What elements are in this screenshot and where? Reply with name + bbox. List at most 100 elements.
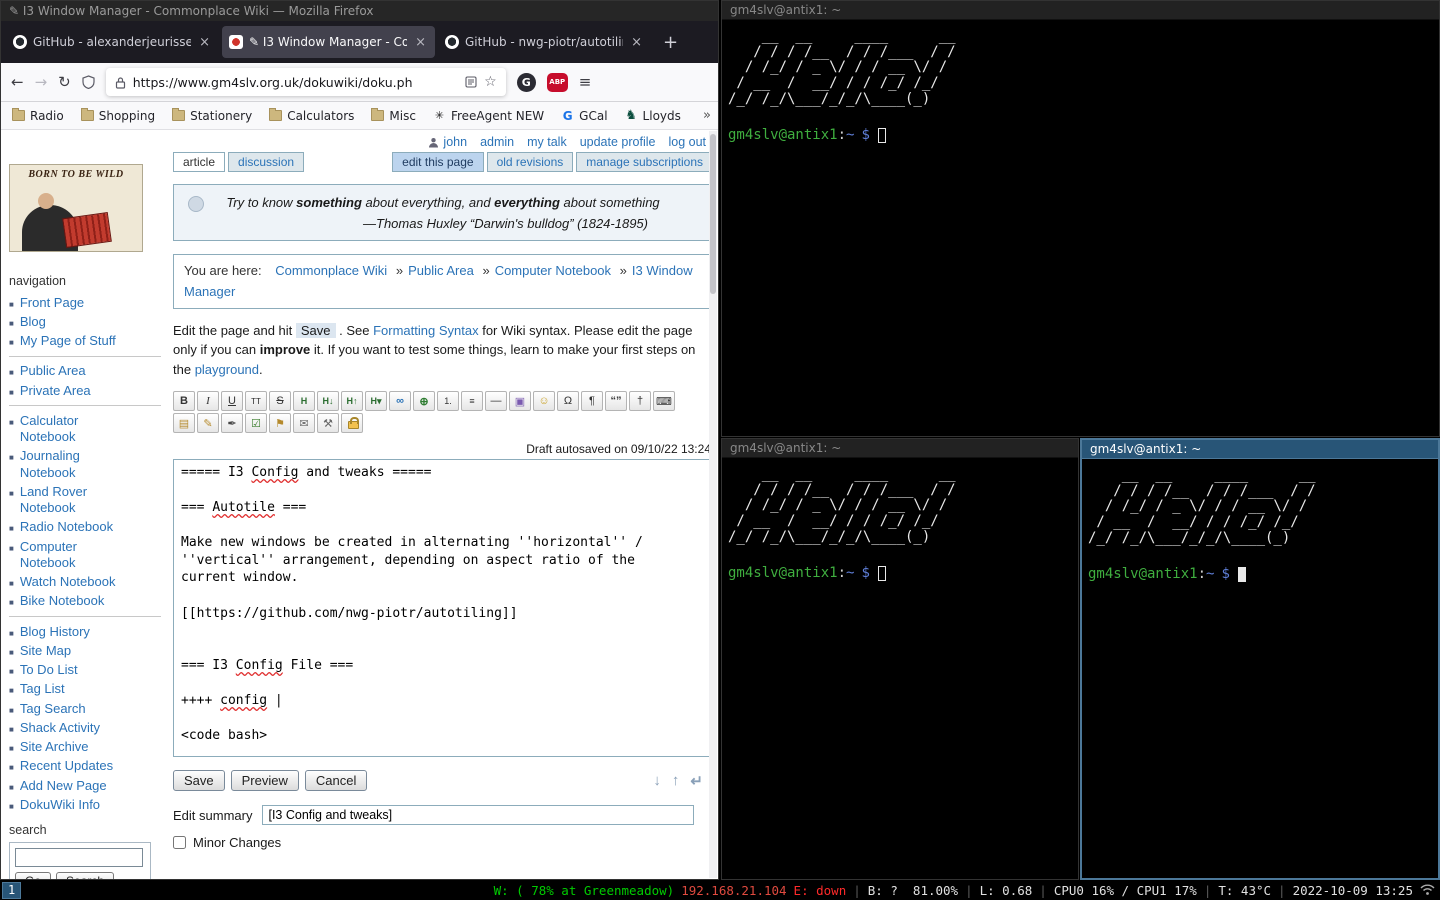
sidebar-nav-link[interactable]: Blog: [20, 314, 126, 330]
sidebar-nav-link[interactable]: Computer Notebook: [20, 539, 126, 572]
sidebar-nav-link[interactable]: Watch Notebook: [20, 574, 126, 590]
sidebar-nav-link[interactable]: Front Page: [20, 295, 126, 311]
tracking-shield-icon[interactable]: [82, 75, 95, 89]
search-button[interactable]: Search: [56, 872, 114, 880]
scrollbar-thumb[interactable]: [710, 134, 716, 294]
sidebar-nav-link[interactable]: Site Map: [20, 643, 126, 659]
bookmark-item[interactable]: Shopping: [81, 109, 155, 123]
skip-back-icon[interactable]: ↵: [690, 772, 703, 790]
mail-button[interactable]: ✉: [293, 413, 315, 433]
breadcrumb-link[interactable]: Public Area: [408, 263, 474, 278]
external-link-button[interactable]: ⊕: [413, 391, 435, 411]
sidebar-nav-link[interactable]: Recent Updates: [20, 758, 126, 774]
sidebar-nav-link[interactable]: Add New Page: [20, 778, 126, 794]
bookmark-item[interactable]: Misc: [371, 109, 416, 123]
sidebar-nav-link[interactable]: Radio Notebook: [20, 519, 126, 535]
wiki-tab[interactable]: discussion: [228, 152, 304, 172]
sidebar-nav-item[interactable]: ■Tag Search: [9, 699, 161, 718]
sidebar-nav-item[interactable]: ■Recent Updates: [9, 757, 161, 776]
sidebar-nav-item[interactable]: ■Computer Notebook: [9, 537, 161, 573]
breadcrumb-link[interactable]: Computer Notebook: [495, 263, 611, 278]
sidebar-nav-item[interactable]: ■Land Rover Notebook: [9, 482, 161, 518]
breadcrumb-link[interactable]: Commonplace Wiki: [275, 263, 387, 278]
wifi-tray-icon[interactable]: [1420, 884, 1435, 896]
bookmark-item[interactable]: ✳ FreeAgent NEW: [433, 109, 544, 123]
scroll-up-icon[interactable]: ↑: [672, 772, 680, 790]
user-link[interactable]: log out: [668, 135, 706, 149]
firefox-titlebar[interactable]: ✎ I3 Window Manager - Commonplace Wiki —…: [1, 1, 718, 21]
sidebar-nav-item[interactable]: ■Site Map: [9, 641, 161, 660]
edit-summary-input[interactable]: [262, 805, 694, 825]
sidebar-nav-link[interactable]: Private Area: [20, 383, 126, 399]
sidebar-nav-link[interactable]: Blog History: [20, 624, 126, 640]
terminal-titlebar[interactable]: gm4slv@antix1: ~: [722, 1, 1439, 20]
terminal-titlebar[interactable]: gm4slv@antix1: ~: [722, 439, 1078, 458]
forward-button[interactable]: →: [35, 73, 48, 91]
browser-tab[interactable]: GitHub - nwg-piotr/autotilin ×: [438, 26, 651, 58]
sidebar-nav-item[interactable]: ■Watch Notebook: [9, 573, 161, 592]
sidebar-nav-link[interactable]: Journaling Notebook: [20, 448, 126, 481]
wiki-tab[interactable]: article: [173, 152, 225, 172]
strikethrough-button[interactable]: S: [269, 391, 291, 411]
reload-button[interactable]: ↻: [58, 73, 71, 91]
heading-lower-button[interactable]: H↓: [317, 391, 339, 411]
special-chars-button[interactable]: Ω: [557, 391, 579, 411]
bookmark-item[interactable]: ♞ Lloyds: [625, 109, 681, 123]
tab-close-icon[interactable]: ×: [197, 35, 212, 50]
terminal-window-top[interactable]: gm4slv@antix1: ~ __ __ ____ __ / / / /__…: [721, 0, 1440, 437]
playground-link[interactable]: playground: [195, 362, 259, 377]
sidebar-nav-item[interactable]: ■Tag List: [9, 680, 161, 699]
preview-button[interactable]: Preview: [231, 770, 299, 791]
go-button[interactable]: Go: [15, 872, 51, 880]
user-link[interactable]: john: [428, 135, 467, 149]
extension-icon[interactable]: ABP: [547, 73, 568, 92]
lock-button[interactable]: [341, 413, 363, 433]
sidebar-nav-link[interactable]: Site Archive: [20, 739, 126, 755]
bookmark-star-icon[interactable]: ☆: [484, 74, 497, 90]
heading-select-button[interactable]: H▾: [365, 391, 387, 411]
ordered-list-button[interactable]: 1.: [437, 391, 459, 411]
sidebar-nav-item[interactable]: ■Shack Activity: [9, 718, 161, 737]
sidebar-nav-item[interactable]: ■To Do List: [9, 661, 161, 680]
reader-mode-icon[interactable]: [465, 76, 477, 88]
underline-button[interactable]: U: [221, 391, 243, 411]
terminal-window-bottom-right[interactable]: gm4slv@antix1: ~ __ __ ____ __ / / / /__…: [1080, 438, 1440, 880]
formatting-syntax-link[interactable]: Formatting Syntax: [373, 323, 479, 338]
bookmark-item[interactable]: Radio: [12, 109, 64, 123]
paragraph-button[interactable]: ¶: [581, 391, 603, 411]
sidebar-nav-item[interactable]: ■Blog: [9, 312, 161, 331]
tab-close-icon[interactable]: ×: [629, 35, 644, 50]
sidebar-nav-link[interactable]: Tag List: [20, 681, 126, 697]
new-tab-button[interactable]: +: [654, 32, 687, 53]
terminal-body[interactable]: __ __ ____ __ / / / /__ / / /___ / / / /…: [722, 20, 1439, 152]
scroll-down-icon[interactable]: ↓: [653, 772, 661, 790]
save-button[interactable]: Save: [173, 770, 225, 791]
sidebar-nav-link[interactable]: Bike Notebook: [20, 593, 126, 609]
image-button[interactable]: ▣: [509, 391, 531, 411]
url-bar[interactable]: https://www.gm4slv.org.uk/dokuwiki/doku.…: [106, 68, 506, 96]
back-button[interactable]: ←: [11, 73, 24, 91]
unordered-list-button[interactable]: ≡: [461, 391, 483, 411]
sidebar-nav-item[interactable]: ■Front Page: [9, 293, 161, 312]
user-link[interactable]: update profile: [580, 135, 656, 149]
terminal-titlebar[interactable]: gm4slv@antix1: ~: [1082, 440, 1438, 459]
user-link[interactable]: my talk: [527, 135, 567, 149]
bookmark-item[interactable]: Calculators: [269, 109, 354, 123]
folder-button[interactable]: ▤: [173, 413, 195, 433]
bookmarks-overflow-chevron[interactable]: »: [703, 108, 711, 123]
signature-button[interactable]: ✒: [221, 413, 243, 433]
checkbox-button[interactable]: ☑: [245, 413, 267, 433]
draft-button[interactable]: ✎: [197, 413, 219, 433]
sidebar-nav-link[interactable]: Public Area: [20, 363, 126, 379]
sidebar-nav-item[interactable]: ■My Page of Stuff: [9, 332, 161, 351]
sidebar-nav-item[interactable]: ■DokuWiki Info: [9, 795, 161, 814]
minor-changes-checkbox[interactable]: [173, 836, 186, 849]
terminal-window-bottom-left[interactable]: gm4slv@antix1: ~ __ __ ____ __ / / / /__…: [721, 438, 1079, 880]
italic-button[interactable]: I: [197, 391, 219, 411]
page-scrollbar[interactable]: [709, 131, 717, 878]
smiley-button[interactable]: ☺: [533, 391, 555, 411]
heading-same-button[interactable]: H: [293, 391, 315, 411]
bookmark-item[interactable]: Stationery: [172, 109, 252, 123]
cancel-button[interactable]: Cancel: [305, 770, 367, 791]
horizontal-rule-button[interactable]: —: [485, 391, 507, 411]
